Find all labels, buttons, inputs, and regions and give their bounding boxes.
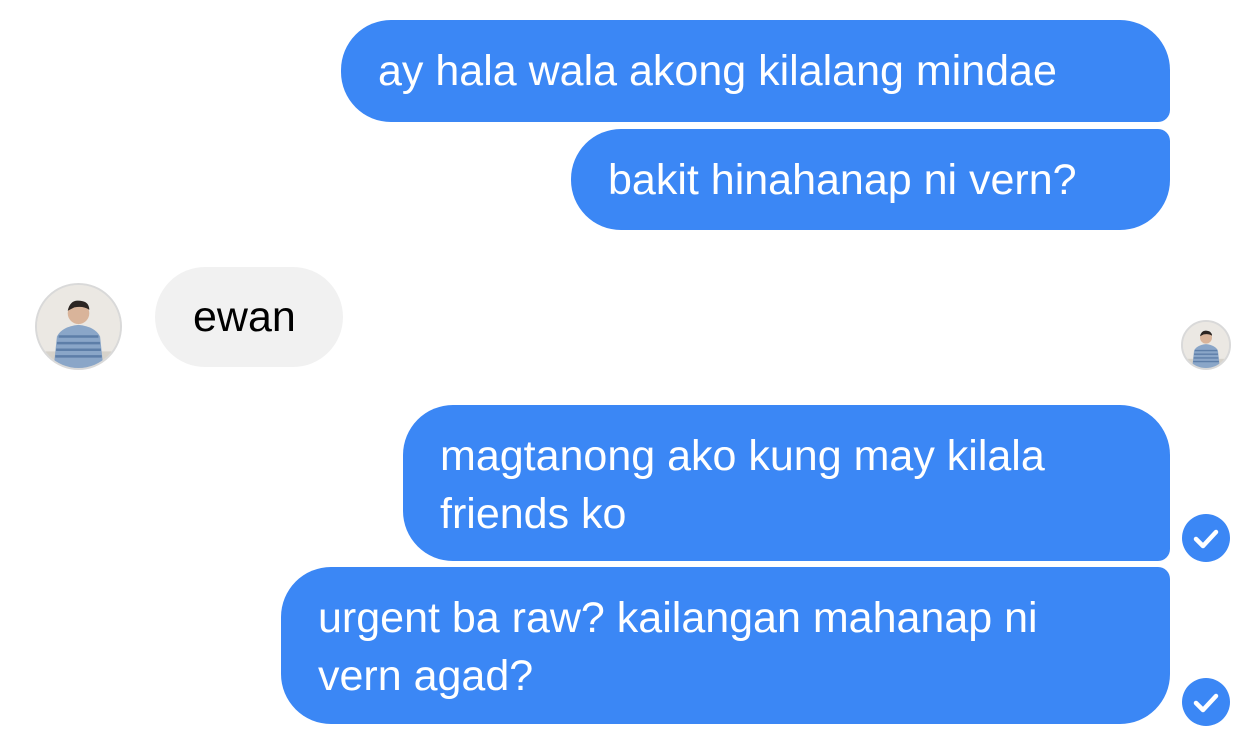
read-receipt-avatar — [1181, 320, 1231, 370]
delivered-check-icon — [1182, 514, 1230, 562]
message-text-line: ewan — [193, 293, 296, 341]
sent-message-bubble[interactable]: bakit hinahanap ni vern? — [571, 129, 1170, 230]
message-text-line: vern agad? — [318, 652, 534, 700]
message-text-line: friends ko — [440, 490, 627, 538]
received-message-bubble[interactable]: ewan — [155, 267, 343, 367]
sent-message-bubble[interactable]: ay hala wala akong kilalang mindae — [341, 20, 1170, 122]
delivered-check-icon — [1182, 678, 1230, 726]
person-photo-icon — [1183, 322, 1229, 368]
message-text-line: ay hala wala akong kilalang mindae — [378, 47, 1057, 95]
contact-avatar[interactable] — [35, 283, 122, 370]
message-text-line: urgent ba raw? kailangan mahanap ni — [318, 594, 1038, 642]
message-text-line: magtanong ako kung may kilala — [440, 432, 1045, 480]
sent-message-bubble[interactable]: urgent ba raw? kailangan mahanap ni vern… — [281, 567, 1170, 724]
message-text-line: bakit hinahanap ni vern? — [608, 156, 1077, 204]
sent-message-bubble[interactable]: magtanong ako kung may kilala friends ko — [403, 405, 1170, 561]
person-photo-icon — [37, 285, 120, 368]
